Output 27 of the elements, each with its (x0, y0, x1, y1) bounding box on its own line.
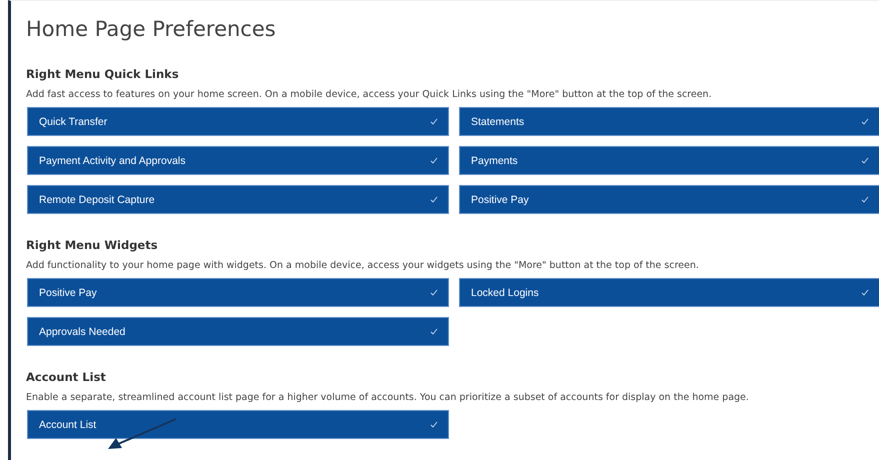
page-title: Home Page Preferences (26, 17, 277, 41)
check-icon (430, 421, 438, 428)
check-icon (430, 328, 438, 335)
option-toggle[interactable]: Positive Pay (459, 185, 879, 214)
section-heading: Account List (26, 370, 107, 384)
option-toggle[interactable]: Account List (27, 410, 449, 439)
check-icon (430, 196, 438, 203)
section-description: Enable a separate, streamlined account list page for a higher volume of accounts. You can prioritize a subset of accounts for display on the home page. (26, 392, 750, 403)
check-icon (861, 118, 869, 125)
option-toggle[interactable]: Positive Pay (27, 278, 449, 307)
check-icon (861, 196, 869, 203)
check-icon (430, 118, 438, 125)
option-toggle[interactable]: Payments (459, 146, 879, 175)
option-toggle[interactable]: Statements (459, 107, 879, 136)
option-toggle[interactable]: Payment Activity and Approvals (27, 146, 449, 175)
section-description: Add functionality to your home page with widgets. On a mobile device, access your widgets using the "More" button at the top of the screen. (26, 260, 700, 271)
section-description: Add fast access to features on your home screen. On a mobile device, access your Quick Links using the "More" button at the top of the screen. (26, 89, 713, 100)
option-toggle[interactable]: Approvals Needed (27, 317, 449, 346)
option-toggle[interactable]: Quick Transfer (27, 107, 449, 136)
section-heading: Right Menu Quick Links (26, 67, 180, 81)
option-toggle[interactable]: Locked Logins (459, 278, 879, 307)
section-heading: Right Menu Widgets (26, 238, 159, 252)
check-icon (430, 289, 438, 296)
check-icon (430, 157, 438, 164)
check-icon (861, 157, 869, 164)
option-toggle[interactable]: Remote Deposit Capture (27, 185, 449, 214)
check-icon (861, 289, 869, 296)
